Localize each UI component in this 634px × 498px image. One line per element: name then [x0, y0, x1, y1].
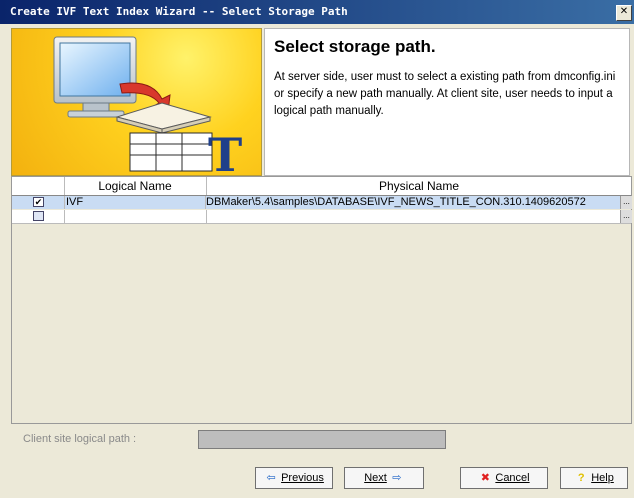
- logical-name-cell[interactable]: IVF: [64, 196, 206, 209]
- row-checkbox[interactable]: ✔: [33, 197, 44, 207]
- banner-text-panel: Select storage path. At server side, use…: [264, 28, 630, 176]
- row-checkbox[interactable]: [33, 211, 44, 221]
- column-header-check: [12, 177, 65, 195]
- page-description: At server side, user must to select a ex…: [274, 71, 616, 117]
- browse-button[interactable]: ...: [620, 210, 632, 223]
- logo-letter: T: [208, 128, 242, 176]
- client-path-label: Client site logical path :: [23, 433, 137, 445]
- physical-name-text: DBMaker\5.4\samples\DATABASE\IVF_NEWS_TI…: [206, 196, 586, 208]
- table-row[interactable]: ✔ IVF DBMaker\5.4\samples\DATABASE\IVF_N…: [12, 196, 632, 209]
- wizard-banner-image: T: [11, 28, 262, 176]
- help-label: Help: [591, 472, 614, 484]
- physical-name-cell[interactable]: ...: [206, 210, 632, 223]
- table-header: Logical Name Physical Name: [12, 177, 631, 196]
- window-title: Create IVF Text Index Wizard -- Select S…: [10, 5, 348, 18]
- row-check-cell: [12, 210, 65, 223]
- right-arrow-icon: ⇨: [392, 472, 402, 484]
- column-header-logical-name[interactable]: Logical Name: [64, 177, 207, 195]
- table-row[interactable]: ...: [12, 210, 632, 224]
- column-header-physical-name[interactable]: Physical Name: [206, 177, 632, 195]
- title-bar: Create IVF Text Index Wizard -- Select S…: [0, 0, 634, 24]
- previous-label: Previous: [281, 472, 324, 484]
- client-path-input[interactable]: [198, 430, 446, 449]
- storage-path-table: Logical Name Physical Name ✔ IVF DBMaker…: [11, 176, 632, 424]
- next-label: Next: [364, 472, 387, 484]
- monitor-book-illustration: T: [53, 36, 242, 176]
- row-check-cell: ✔: [12, 196, 65, 209]
- cancel-label: Cancel: [495, 472, 530, 484]
- left-arrow-icon: ⇦: [266, 472, 276, 484]
- physical-name-cell[interactable]: DBMaker\5.4\samples\DATABASE\IVF_NEWS_TI…: [206, 196, 632, 209]
- x-icon: ✖: [480, 472, 490, 484]
- question-icon: ?: [577, 472, 585, 484]
- page-title: Select storage path.: [274, 37, 436, 56]
- cancel-button[interactable]: ✖ Cancel: [460, 467, 548, 489]
- previous-button[interactable]: ⇦ Previous: [255, 467, 333, 489]
- browse-button[interactable]: ...: [620, 196, 632, 209]
- logical-name-cell[interactable]: [64, 210, 207, 223]
- help-button[interactable]: ? Help: [560, 467, 628, 489]
- next-button[interactable]: Next ⇨: [344, 467, 424, 489]
- wizard-window: Create IVF Text Index Wizard -- Select S…: [0, 0, 634, 498]
- close-icon[interactable]: ✕: [616, 5, 632, 21]
